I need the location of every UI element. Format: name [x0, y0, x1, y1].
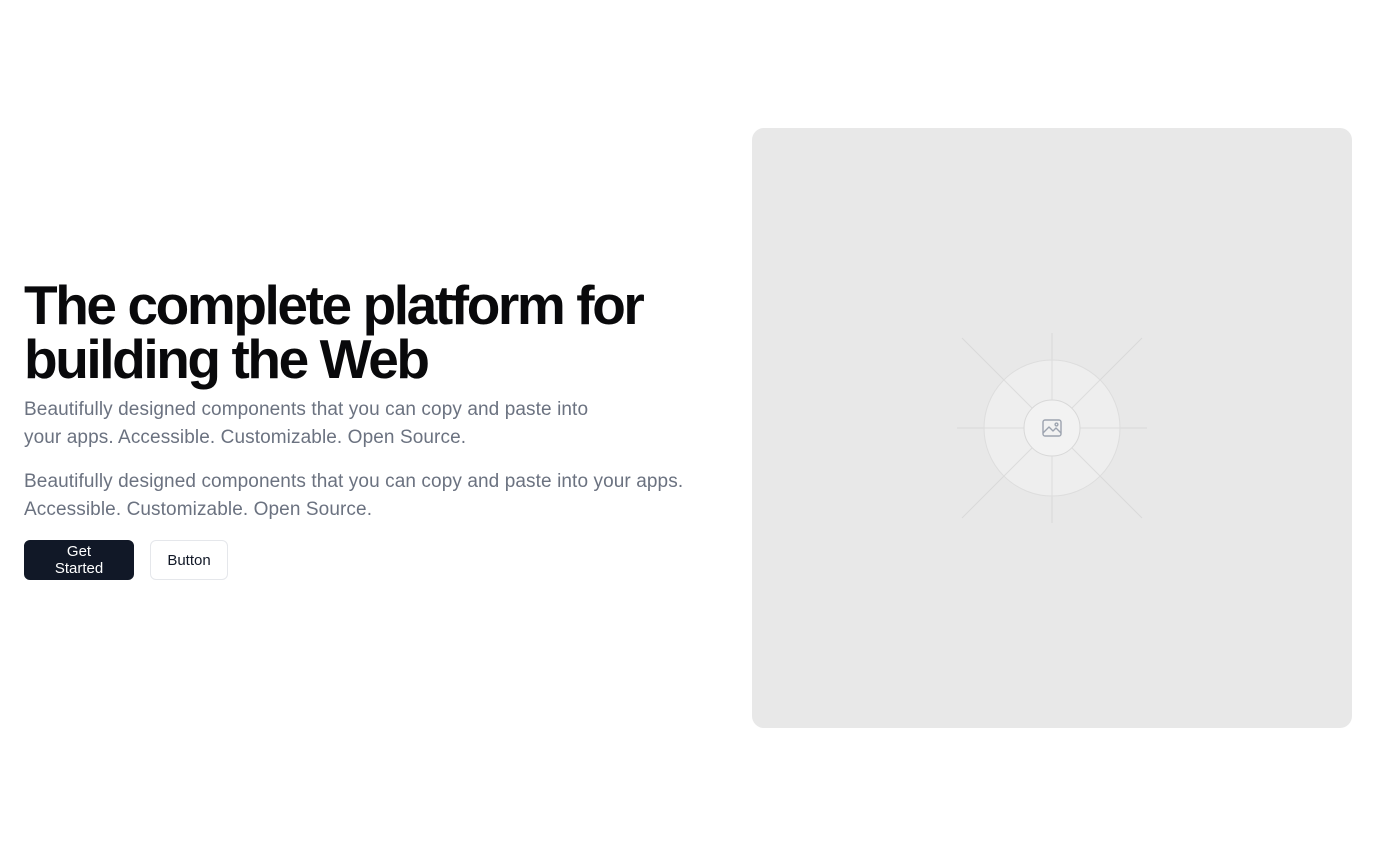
hero-subtext-primary: Beautifully designed components that you…	[24, 399, 589, 448]
hero-headline: The complete platform for building the W…	[24, 274, 645, 390]
placeholder-illustration	[957, 333, 1147, 523]
hero-subtext-secondary: Beautifully designed components that you…	[24, 471, 684, 520]
get-started-button[interactable]: Get Started	[24, 540, 134, 580]
secondary-button[interactable]: Button	[150, 540, 228, 580]
hero-image-placeholder	[752, 128, 1352, 728]
hero-actions: Get Started Button	[24, 540, 724, 580]
placeholder-inner-circle	[1023, 399, 1081, 457]
landing-page: The complete platform for building the W…	[0, 0, 1376, 856]
hero-content: The complete platform for building the W…	[24, 278, 724, 580]
